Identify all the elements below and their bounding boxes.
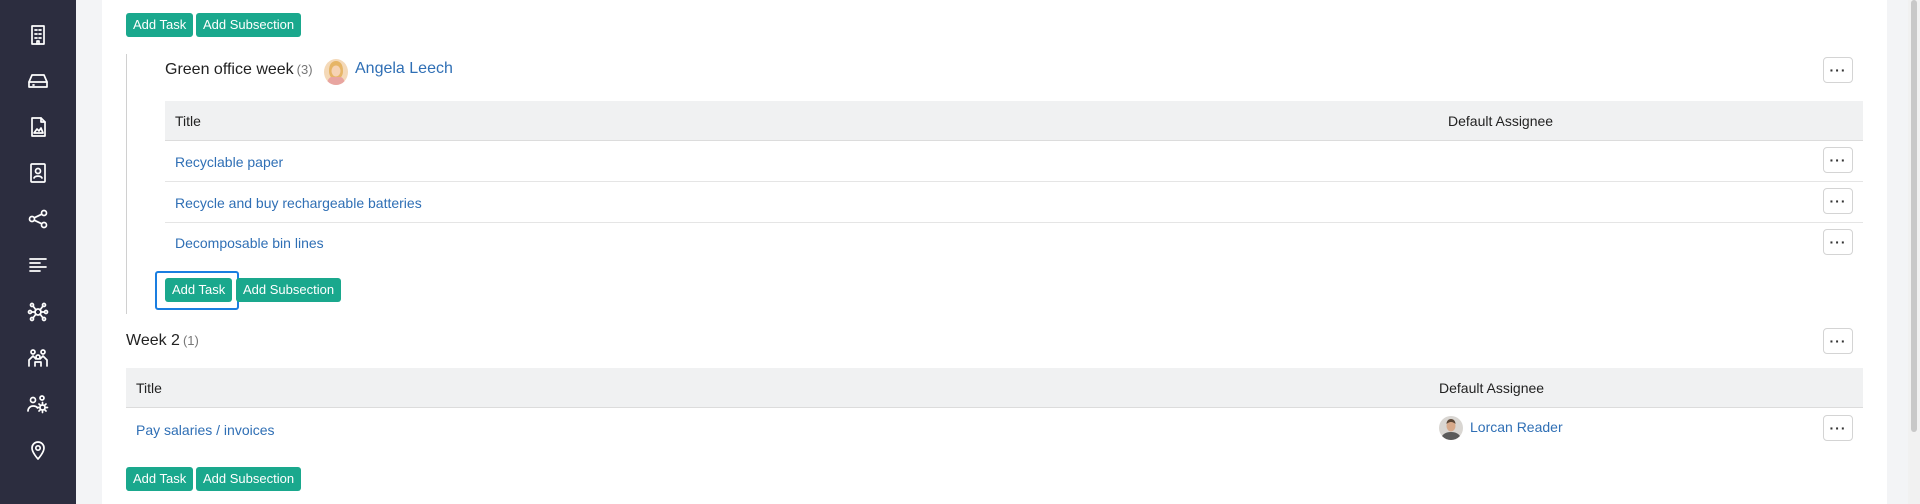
task-title-link[interactable]: Recyclable paper bbox=[175, 142, 283, 182]
subsection-add-task-button[interactable]: Add Task bbox=[165, 278, 233, 302]
text-align-icon[interactable] bbox=[24, 251, 52, 279]
avatar-angela-leech bbox=[324, 59, 348, 85]
subsection-title-text: Green office week bbox=[165, 61, 294, 78]
task-more-button[interactable]: ··· bbox=[1823, 188, 1853, 214]
subsection-indent-line bbox=[126, 54, 127, 314]
people-settings-icon[interactable] bbox=[24, 390, 52, 418]
table-row: Pay salaries / invoices bbox=[126, 409, 1863, 451]
add-task-button-top[interactable]: Add Task bbox=[126, 13, 194, 37]
add-subsection-button-top[interactable]: Add Subsection bbox=[196, 13, 302, 37]
scrollbar-thumb[interactable] bbox=[1911, 0, 1917, 432]
subsection-more-button[interactable]: ··· bbox=[1823, 57, 1853, 83]
share-icon[interactable] bbox=[24, 205, 52, 233]
task-title-link[interactable]: Pay salaries / invoices bbox=[136, 409, 275, 451]
task-more-button[interactable]: ··· bbox=[1823, 415, 1853, 441]
subsection-count: (3) bbox=[296, 62, 313, 77]
table-row: Recyclable paper bbox=[165, 142, 1863, 182]
building-icon[interactable] bbox=[24, 21, 52, 49]
table-row: Decomposable bin lines bbox=[165, 223, 1863, 263]
contact-card-icon[interactable] bbox=[24, 159, 52, 187]
column-header-default-assignee: Default Assignee bbox=[1439, 380, 1545, 396]
week2-add-task-button[interactable]: Add Task bbox=[126, 467, 194, 491]
scrollbar[interactable] bbox=[1908, 0, 1920, 504]
column-header-default-assignee: Default Assignee bbox=[1448, 113, 1554, 129]
avatar-lorcan-reader bbox=[1439, 416, 1463, 440]
subsection-table-header: Title Default Assignee bbox=[165, 101, 1863, 141]
network-icon[interactable] bbox=[24, 298, 52, 326]
column-header-title: Title bbox=[175, 113, 201, 129]
week2-title-text: Week 2 bbox=[126, 332, 180, 349]
team-icon[interactable] bbox=[24, 344, 52, 372]
drive-icon[interactable] bbox=[24, 67, 52, 95]
task-more-button[interactable]: ··· bbox=[1823, 147, 1853, 173]
assignee-link[interactable]: Lorcan Reader bbox=[1470, 419, 1563, 435]
week2-count: (1) bbox=[182, 333, 199, 348]
week2-add-subsection-button[interactable]: Add Subsection bbox=[196, 467, 302, 491]
task-title-link[interactable]: Recycle and buy rechargeable batteries bbox=[175, 183, 422, 223]
location-pin-icon[interactable] bbox=[24, 436, 52, 464]
sidebar bbox=[0, 0, 76, 504]
image-file-icon[interactable] bbox=[24, 113, 52, 141]
task-title-link[interactable]: Decomposable bin lines bbox=[175, 223, 324, 263]
table-row: Recycle and buy rechargeable batteries bbox=[165, 183, 1863, 223]
subsection-add-subsection-button[interactable]: Add Subsection bbox=[236, 278, 342, 302]
column-header-title: Title bbox=[136, 380, 162, 396]
week2-more-button[interactable]: ··· bbox=[1823, 328, 1853, 354]
week2-table-header: Title Default Assignee bbox=[126, 368, 1863, 408]
subsection-title: Green office week (3) bbox=[165, 61, 313, 79]
subsection-owner-link[interactable]: Angela Leech bbox=[355, 60, 453, 78]
task-more-button[interactable]: ··· bbox=[1823, 229, 1853, 255]
week2-title: Week 2 (1) bbox=[126, 332, 199, 350]
